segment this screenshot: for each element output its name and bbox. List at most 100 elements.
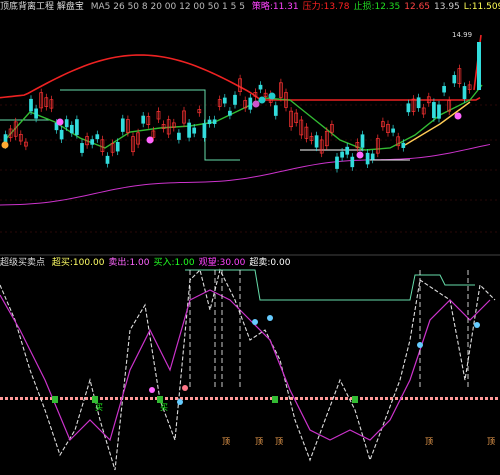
oversold-dot [245,397,248,400]
top-panel-params: MA5 26 50 8 20 00 12 00 50 1 5 5 [90,2,245,12]
oversold-dot [150,397,153,400]
oversold-dot [230,397,233,400]
candle-body [95,134,100,140]
oversold-dot [80,397,83,400]
oversold-dot [310,397,313,400]
oscillator-signal-dot [474,322,480,328]
oversold-dot [455,397,458,400]
bottom-panel-item: 卖出:1.00 [108,258,150,268]
candle-body [432,102,436,119]
oversold-dot [490,397,493,400]
oversold-dot [430,397,433,400]
oversold-dot [200,397,203,400]
candle-body [258,84,263,90]
candle-body [69,124,74,134]
chart-canvas[interactable]: 顶 顶 顶 顶 顶 买 买 [0,0,500,475]
oversold-dot [225,397,228,400]
oversold-dot [190,397,193,400]
oversold-dot [15,397,18,400]
oversold-dot [480,397,483,400]
bottom-panel-title: 超级买卖点 [0,258,46,268]
oversold-dot [465,397,468,400]
oversold-dot [285,397,288,400]
oversold-dot [205,397,208,400]
top-label: 顶 [222,437,230,446]
top-label: 顶 [487,437,495,446]
oversold-dot [445,397,448,400]
candle-body [29,98,33,112]
candle-body [350,156,355,168]
oversold-dot [0,397,3,400]
oscillator-signal-dot [267,315,273,321]
oversold-dot [420,397,423,400]
candle-body [437,104,441,119]
oversold-dot [115,397,118,400]
oversold-dot [5,397,8,400]
oversold-dot [215,397,218,400]
candle-body [177,132,181,140]
candle-body [187,122,191,138]
candle-body [105,155,110,164]
candle-body [192,127,197,134]
oversold-dot [340,397,343,400]
signal-marker [454,112,462,120]
oversold-dot [30,397,33,400]
signal-marker [252,100,260,108]
oversold-dot [100,397,103,400]
oscillator-signal-dot [149,387,155,393]
buy-marker [272,396,278,403]
oversold-dot [210,397,213,400]
buy-marker [92,396,98,403]
oversold-dot [315,397,318,400]
top-panel-item: L:11.509 [463,2,500,12]
candle-body [391,128,395,133]
candle-body [401,142,406,148]
oversold-dot [415,397,418,400]
bottom-panel-item: 买入:1.00 [153,258,195,268]
oscillator-signal-dot [252,319,258,325]
candle-body [228,110,232,116]
signal-marker [1,141,9,149]
signal-marker [146,136,154,144]
oversold-dot [380,397,383,400]
oversold-dot [280,397,283,400]
oversold-dot [25,397,28,400]
top-panel-item: 13.95 [434,2,460,12]
oversold-dot [220,397,223,400]
buy-marker [52,396,58,403]
oversold-dot [335,397,338,400]
oversold-dot [145,397,148,400]
candle-body [462,86,467,99]
oversold-dot [45,397,48,400]
oscillator-white-line [0,268,496,471]
candle-body [202,123,207,138]
oversold-dot [405,397,408,400]
oversold-dot [385,397,388,400]
oversold-dot [410,397,413,400]
oversold-dot [450,397,453,400]
candle-body [80,143,84,153]
bottom-panel-item: 超卖:0.00 [249,258,291,268]
candle-body [335,156,339,169]
oversold-dot [20,397,23,400]
candle-body [340,151,344,158]
oversold-dot [265,397,268,400]
oversold-dot [240,397,243,400]
signal-marker [268,92,276,100]
oversold-dot [195,397,198,400]
oversold-dot [360,397,363,400]
oversold-dot [440,397,443,400]
oversold-dot [395,397,398,400]
top-panel-item: 止损:12.35 [353,2,401,12]
oversold-dot [170,397,173,400]
oversold-dot [375,397,378,400]
top-panel-values: 策略:11.31 压力:13.78 止损:12.35 12.65 13.95 L:11.5… [252,2,500,12]
candle-body [222,97,227,104]
signal-marker [56,118,64,126]
oversold-dot [290,397,293,400]
oversold-dot [300,397,303,400]
candle-body [416,97,421,109]
oscillator-signal-dot [177,399,183,405]
oversold-dot [75,397,78,400]
oversold-dot [295,397,298,400]
